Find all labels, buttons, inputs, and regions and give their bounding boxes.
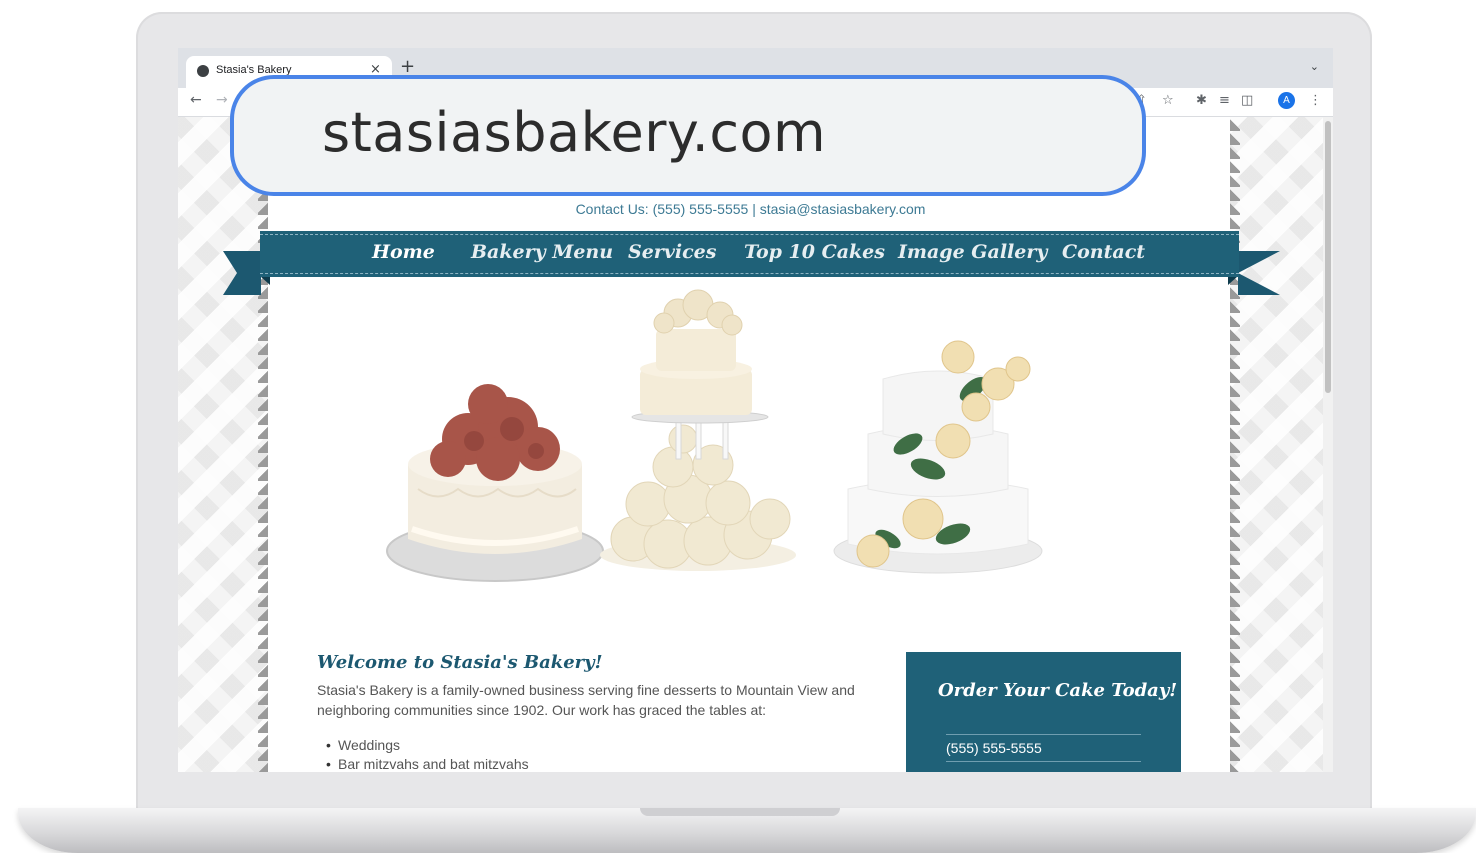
divider [946,734,1141,735]
order-phone[interactable]: (555) 555-5555 [946,740,1042,756]
nav-image-gallery[interactable]: Image Gallery [898,241,1047,263]
list-item: Weddings [326,737,400,753]
scrollbar[interactable] [1323,117,1333,772]
list-item: Bar mitzvahs and bat mitzvahs [326,756,529,772]
cakes-hero-image [386,289,1043,582]
welcome-heading: Welcome to Stasia's Bakery! [317,652,603,673]
address-bar-callout[interactable]: stasiasbakery.com [230,75,1146,196]
forward-arrow-icon[interactable]: → [216,92,228,108]
chevron-down-icon[interactable]: ⌄ [1310,60,1319,73]
order-cake-box: Order Your Cake Today! (555) 555-5555 [906,652,1181,772]
side-panel-icon[interactable]: ◫ [1241,93,1253,108]
kebab-menu-icon[interactable]: ⋮ [1309,93,1322,108]
extensions-icon[interactable]: ✱ [1196,93,1207,108]
website-viewport: Contact Us: (555) 555-5555 | stasia@stas… [178,117,1323,772]
welcome-paragraph: Stasia's Bakery is a family-owned busine… [317,682,855,718]
new-tab-button[interactable]: + [400,58,415,76]
nav-bakery-menu[interactable]: Bakery Menu [471,241,613,263]
globe-icon [197,65,209,77]
main-nav: Home Bakery Menu Services Top 10 Cakes I… [260,231,1239,277]
ribbon-fold-right [1228,276,1238,285]
nav-contact[interactable]: Contact [1062,241,1145,263]
star-icon[interactable]: ☆ [1162,93,1174,108]
laptop-notch [640,808,840,816]
scrollbar-thumb[interactable] [1325,121,1331,393]
divider [946,761,1141,762]
ribbon-tail-left [223,251,261,295]
order-heading: Order Your Cake Today! [938,680,1178,701]
nav-top-10-cakes[interactable]: Top 10 Cakes [744,241,885,263]
nav-home[interactable]: Home [372,241,435,263]
nav-services[interactable]: Services [628,241,716,263]
contact-info: Contact Us: (555) 555-5555 | stasia@stas… [575,201,926,217]
ribbon-tail-right [1238,251,1280,295]
ribbon-fold-left [260,276,270,285]
url-text: stasiasbakery.com [322,101,827,164]
reading-list-icon[interactable]: ≡ [1219,93,1230,108]
back-arrow-icon[interactable]: ← [190,92,202,108]
profile-avatar[interactable]: A [1278,92,1295,109]
